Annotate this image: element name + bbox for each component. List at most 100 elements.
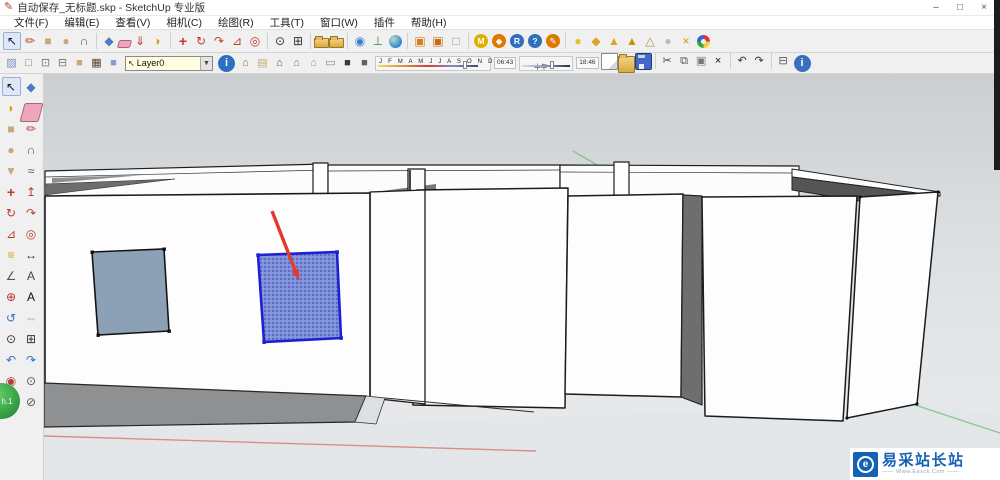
protractor-tool[interactable]: ∠	[2, 266, 21, 285]
pencil-button[interactable]: ✎	[546, 34, 560, 48]
menu-help[interactable]: 帮助(H)	[403, 16, 455, 30]
axes-tool[interactable]: ⊕	[2, 287, 21, 306]
date-slider-handle[interactable]	[462, 60, 467, 69]
zoom-extents-tool[interactable]: ⊞	[289, 32, 307, 50]
move-tool[interactable]: +	[174, 32, 192, 50]
sandbox-tool[interactable]: ⊥	[369, 32, 387, 50]
maximize-button[interactable]: □	[948, 0, 972, 15]
shadow-time-slider[interactable]: 中午	[519, 55, 574, 71]
r-button[interactable]: R	[510, 34, 524, 48]
new-file-icon[interactable]	[600, 52, 618, 70]
menu-plugins[interactable]: 插件	[366, 16, 403, 30]
freehand-tool[interactable]: ≈	[22, 161, 41, 180]
push-pull-tool[interactable]: ⇓	[131, 32, 149, 50]
line-tool[interactable]: ✏	[21, 32, 39, 50]
help-button[interactable]: ?	[528, 34, 542, 48]
shadow-date-slider[interactable]: J F M A M J J A S O N D	[375, 55, 492, 71]
gold-axes-icon[interactable]: ×	[677, 32, 695, 50]
front-view-icon[interactable]: ⌂	[271, 55, 288, 72]
scale-tool[interactable]: ⊿	[228, 32, 246, 50]
top-view-icon[interactable]: ▤	[254, 55, 271, 72]
layer-manager-icon[interactable]: i	[218, 54, 235, 72]
textured-style-icon[interactable]: ▦	[88, 55, 105, 72]
menu-tools[interactable]: 工具(T)	[262, 16, 312, 30]
paste-icon[interactable]: ▣	[693, 53, 710, 70]
polygon-tool[interactable]: ▼	[2, 161, 21, 180]
circle-tool[interactable]: ●	[2, 140, 21, 159]
back-view-icon[interactable]: ⌂	[305, 55, 322, 72]
diamond-icon[interactable]: ◆	[587, 32, 605, 50]
menu-camera[interactable]: 相机(C)	[158, 16, 210, 30]
components-browser-icon[interactable]	[329, 35, 344, 48]
wall-panels[interactable]	[44, 168, 940, 422]
rotate-tool[interactable]: ↻	[192, 32, 210, 50]
arc-tool[interactable]: ∩	[75, 32, 93, 50]
3d-text-tool[interactable]: A	[22, 287, 41, 306]
dropdown-arrow-icon[interactable]: ▼	[200, 56, 212, 70]
menu-view[interactable]: 查看(V)	[107, 16, 158, 30]
follow-me-tool[interactable]: ↷	[22, 203, 41, 222]
delete-icon[interactable]: ×	[710, 53, 727, 70]
wireframe-style-icon[interactable]: □	[20, 55, 37, 72]
layer-dropdown[interactable]: ↖ Layer0 ▼	[125, 55, 213, 71]
circle-tool[interactable]: ●	[57, 32, 75, 50]
colorful-circle-icon[interactable]	[697, 34, 710, 48]
window-plain[interactable]	[90, 247, 171, 337]
left-view-icon[interactable]: ▭	[322, 55, 339, 72]
next-view-icon[interactable]: ↷	[22, 350, 41, 369]
extension-button[interactable]: ◆	[492, 34, 506, 48]
save-file-icon[interactable]	[634, 52, 652, 70]
zoom-tool[interactable]: ⊙	[271, 32, 289, 50]
back-edges-style-icon[interactable]: ⊟	[54, 55, 71, 72]
shadow-dialog-icon[interactable]: ■	[339, 55, 356, 72]
3d-viewport[interactable]	[44, 74, 1000, 480]
shaded-style-icon[interactable]: ■	[71, 55, 88, 72]
cut-icon[interactable]: ✂	[659, 53, 676, 70]
print-icon[interactable]: ⊟	[775, 53, 792, 70]
orbit-tool[interactable]: ↺	[2, 308, 21, 327]
select-tool[interactable]: ↖	[1, 77, 21, 96]
menu-window[interactable]: 窗口(W)	[312, 16, 366, 30]
3d-viewport-canvas[interactable]	[44, 74, 1000, 480]
scale-tool[interactable]: ⊿	[2, 224, 21, 243]
google-earth-icon[interactable]	[389, 34, 402, 48]
materials-browser-icon[interactable]	[314, 35, 329, 48]
menu-edit[interactable]: 编辑(E)	[56, 16, 107, 30]
cone-small-icon[interactable]: ▲	[605, 32, 623, 50]
share-models-icon[interactable]: ▣	[429, 32, 447, 50]
push-pull-tool[interactable]: ↥	[22, 182, 41, 201]
offset-tool[interactable]: ◎	[22, 224, 41, 243]
look-around-tool[interactable]: ⊙	[22, 371, 41, 390]
right-view-icon[interactable]: ⌂	[288, 55, 305, 72]
monochrome-style-icon[interactable]: ■	[105, 55, 122, 72]
add-location-icon[interactable]: ◉	[351, 32, 369, 50]
eraser-tool[interactable]	[116, 39, 133, 48]
hidden-line-style-icon[interactable]: ⊡	[37, 55, 54, 72]
open-file-icon[interactable]	[617, 53, 635, 73]
cone-light-icon[interactable]: △	[641, 32, 659, 50]
redo-icon[interactable]: ↷	[751, 53, 768, 70]
m-button[interactable]: M	[474, 34, 488, 48]
section-plane-tool[interactable]: ⊘	[22, 392, 41, 411]
xray-style-icon[interactable]: ▨	[3, 55, 20, 72]
menu-file[interactable]: 文件(F)	[6, 16, 56, 30]
rectangle-tool[interactable]: ■	[39, 32, 57, 50]
paint-bucket-tool[interactable]: ◗	[149, 32, 167, 50]
copy-icon[interactable]: ⧉	[676, 53, 693, 70]
cone-icon[interactable]: ▲	[623, 32, 641, 50]
previous-view-icon[interactable]: ↶	[2, 350, 21, 369]
zoom-extents-tool[interactable]: ⊞	[22, 329, 41, 348]
dimension-tool[interactable]: ↔	[22, 245, 41, 264]
shadow-toggle-icon[interactable]: ■	[356, 55, 373, 72]
tape-measure-tool[interactable]: ≡	[2, 245, 21, 264]
move-tool[interactable]: +	[2, 182, 21, 201]
rectangle-tool[interactable]: ■	[2, 119, 21, 138]
select-tool[interactable]: ↖	[3, 32, 21, 50]
coin-icon[interactable]: ●	[569, 32, 587, 50]
make-component-tool[interactable]: ◆	[100, 32, 118, 50]
offset-tool[interactable]: ◎	[246, 32, 264, 50]
make-component-tool[interactable]: ◆	[22, 77, 41, 96]
iso-view-icon[interactable]: ⌂	[237, 55, 254, 72]
menu-draw[interactable]: 绘图(R)	[210, 16, 262, 30]
close-button[interactable]: ×	[972, 0, 996, 15]
